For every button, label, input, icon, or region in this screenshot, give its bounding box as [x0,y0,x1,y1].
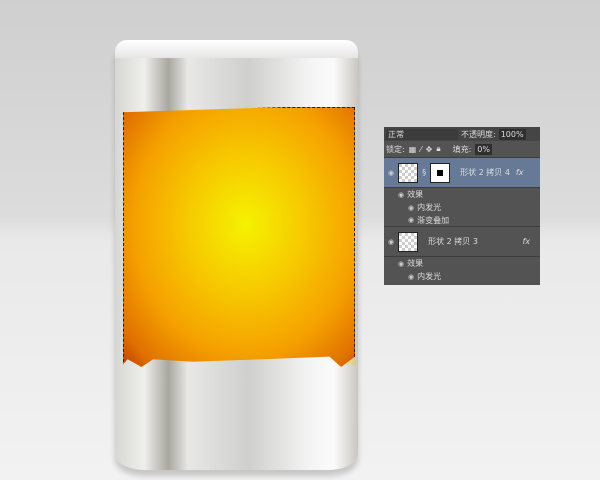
effects-label: 效果 [407,259,424,268]
layer-row[interactable]: ◉ 形状 2 拷贝 3 fx [384,227,540,257]
fx-icon[interactable]: fx [516,168,524,177]
fill-input[interactable]: 0% [475,143,492,155]
effect-row[interactable]: ◉ 内发光 [384,270,540,283]
effect-row[interactable]: ◉ 渐变叠加 [384,214,540,227]
layer-name[interactable]: 形状 2 拷贝 3 [428,236,478,247]
eye-icon[interactable]: ◉ [408,204,414,212]
lock-brush-icon[interactable]: ⁄ [420,145,421,154]
fx-icon[interactable]: fx [522,237,530,246]
layer-name[interactable]: 形状 2 拷贝 4 [460,167,510,178]
opacity-label: 不透明度: [461,129,496,139]
lock-all-icon[interactable]: 🔒︎ [436,144,440,154]
effect-name: 内发光 [417,272,442,281]
opacity-input[interactable]: 100% [498,128,526,140]
layer-thumbnail [398,231,419,252]
eye-icon[interactable]: ◉ [408,216,414,224]
orange-label-selection[interactable] [123,107,355,367]
eye-icon[interactable]: ◉ [398,191,404,199]
effect-name: 渐变叠加 [417,215,450,225]
lock-label: 锁定: [386,144,405,154]
effect-row[interactable]: ◉ 内发光 [384,201,540,214]
eye-icon[interactable]: ◉ [388,169,394,177]
eye-icon[interactable]: ◉ [388,238,394,246]
lock-move-icon[interactable]: ✥ [426,145,433,154]
mask-thumbnail [430,162,451,183]
effects-row[interactable]: ◉ 效果 [384,188,540,201]
effects-row[interactable]: ◉ 效果 [384,257,540,270]
blend-mode-select[interactable]: 正常 [386,128,458,140]
fill-label: 填充: [452,144,472,154]
effects-label: 效果 [407,190,424,199]
layer-row[interactable]: ◉ § 形状 2 拷贝 4 fx [384,158,540,188]
eye-icon[interactable]: ◉ [408,273,414,281]
can-top [115,40,358,58]
lock-pixels-icon[interactable]: ▦ [409,145,417,154]
eye-icon[interactable]: ◉ [398,260,404,268]
effect-name: 内发光 [417,203,442,212]
link-icon[interactable]: § [422,168,426,177]
layers-panel: 正常 不透明度: 100% 锁定: ▦ ⁄ ✥ 🔒︎ 填充: 0% ◉ § 形状… [384,127,540,285]
layer-thumbnail [398,162,419,183]
